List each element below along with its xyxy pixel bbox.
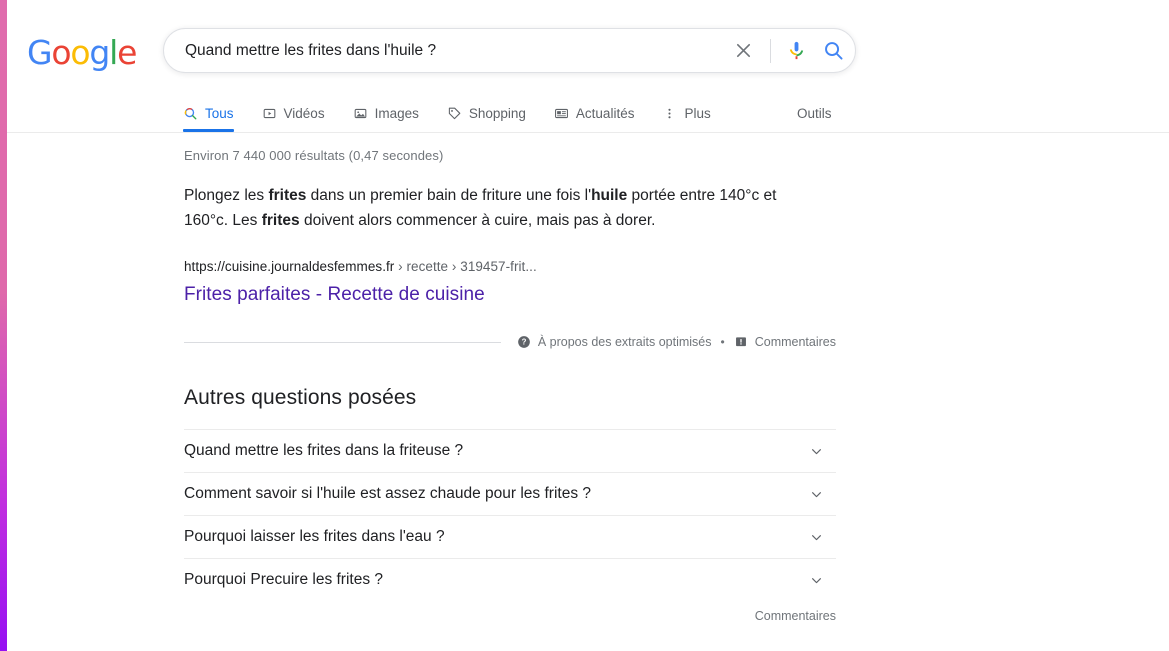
- snippet-part: dans un premier bain de friture une fois…: [306, 187, 592, 204]
- video-icon: [262, 106, 277, 121]
- tag-icon: [447, 106, 462, 121]
- snippet-part: doivent alors commencer à cuire, mais pa…: [299, 212, 656, 229]
- search-icon: [183, 106, 198, 121]
- paa-feedback-label: Commentaires: [754, 609, 836, 623]
- paa-heading: Autres questions posées: [184, 386, 417, 409]
- feedback-label: Commentaires: [754, 335, 836, 349]
- url-domain: https://cuisine.journaldesfemmes.fr: [184, 259, 395, 274]
- snippet-part-bold: huile: [591, 187, 628, 204]
- logo-letter-g1: G: [27, 33, 53, 72]
- about-label: À propos des extraits optimisés: [537, 335, 712, 349]
- chevron-down-icon[interactable]: [808, 529, 825, 546]
- about-featured-snippets-link[interactable]: ? À propos des extraits optimisés: [517, 335, 712, 349]
- snippet-part-bold: frites: [268, 187, 307, 204]
- footer-divider: [184, 341, 501, 343]
- feedback-flag-icon: [734, 335, 748, 349]
- snippet-feedback-link[interactable]: Commentaires: [734, 335, 836, 349]
- close-icon[interactable]: [726, 34, 760, 68]
- paa-feedback-link[interactable]: Commentaires: [184, 609, 836, 623]
- tab-tous[interactable]: Tous: [183, 94, 234, 132]
- image-icon: [353, 106, 368, 121]
- paa-question: Pourquoi Precuire les frites ?: [184, 571, 384, 588]
- result-title-link[interactable]: Frites parfaites - Recette de cuisine: [184, 284, 485, 306]
- result-url[interactable]: https://cuisine.journaldesfemmes.fr › re…: [184, 259, 537, 274]
- nav-tab-list: Tous Vidéos Images Shopping Actualités P…: [183, 94, 739, 133]
- snippet-part-bold: frites: [261, 212, 300, 229]
- tab-actualites[interactable]: Actualités: [554, 94, 635, 132]
- footer-separator: •: [720, 335, 725, 349]
- paa-question: Quand mettre les frites dans la friteuse…: [184, 442, 464, 459]
- featured-snippet-text: Plongez les frites dans un premier bain …: [184, 183, 809, 233]
- page-header: Google Quand mettre les frites dans l'hu…: [0, 0, 1169, 133]
- tools-label: Outils: [797, 105, 832, 121]
- logo-letter-o2: o: [70, 33, 90, 72]
- tab-images[interactable]: Images: [353, 94, 419, 132]
- people-also-ask-section: Autres questions posées Quand mettre les…: [184, 386, 836, 623]
- paa-item[interactable]: Pourquoi Precuire les frites ?: [184, 558, 836, 601]
- paa-question: Comment savoir si l'huile est assez chau…: [184, 485, 592, 502]
- results-count: Environ 7 440 000 résultats (0,47 second…: [184, 148, 444, 163]
- paa-question: Pourquoi laisser les frites dans l'eau ?: [184, 528, 445, 545]
- logo-letter-g2: g: [89, 33, 110, 72]
- tab-label: Shopping: [468, 105, 526, 121]
- tab-videos[interactable]: Vidéos: [262, 94, 325, 132]
- left-gradient-strip: [0, 0, 7, 651]
- google-logo[interactable]: Google: [27, 33, 137, 72]
- tab-label: Actualités: [575, 105, 635, 121]
- paa-item[interactable]: Comment savoir si l'huile est assez chau…: [184, 472, 836, 515]
- tools-button[interactable]: Outils: [797, 94, 832, 132]
- tab-label: Tous: [205, 105, 234, 121]
- search-nav: Tous Vidéos Images Shopping Actualités P…: [0, 94, 1169, 133]
- search-box[interactable]: [163, 28, 856, 73]
- logo-letter-o1: o: [51, 33, 71, 72]
- tab-label: Images: [374, 105, 419, 121]
- search-results-page: Google Quand mettre les frites dans l'hu…: [0, 0, 1169, 651]
- help-circle-icon: ?: [517, 335, 531, 349]
- search-submit-icon[interactable]: [811, 36, 855, 66]
- svg-text:?: ?: [521, 338, 526, 347]
- chevron-down-icon[interactable]: [808, 443, 825, 460]
- paa-item[interactable]: Pourquoi laisser les frites dans l'eau ?: [184, 515, 836, 558]
- logo-letter-e: e: [117, 33, 137, 72]
- paa-item[interactable]: Quand mettre les frites dans la friteuse…: [184, 429, 836, 472]
- logo-letter-l: l: [109, 33, 118, 72]
- tab-shopping[interactable]: Shopping: [447, 94, 526, 132]
- search-divider: [770, 38, 771, 63]
- snippet-footer: ? À propos des extraits optimisés • Comm…: [184, 331, 836, 353]
- chevron-down-icon[interactable]: [808, 572, 825, 589]
- active-tab-indicator: [183, 129, 234, 132]
- more-vertical-icon: [662, 106, 677, 121]
- snippet-part: Plongez les: [184, 187, 269, 204]
- news-icon: [554, 106, 569, 121]
- tab-label: Vidéos: [283, 105, 325, 121]
- tab-label: Plus: [684, 105, 711, 121]
- chevron-down-icon[interactable]: [808, 486, 825, 503]
- url-breadcrumb: › recette › 319457-frit...: [394, 259, 537, 274]
- tab-plus[interactable]: Plus: [662, 94, 711, 132]
- search-input[interactable]: [164, 29, 726, 72]
- microphone-icon[interactable]: [781, 36, 811, 66]
